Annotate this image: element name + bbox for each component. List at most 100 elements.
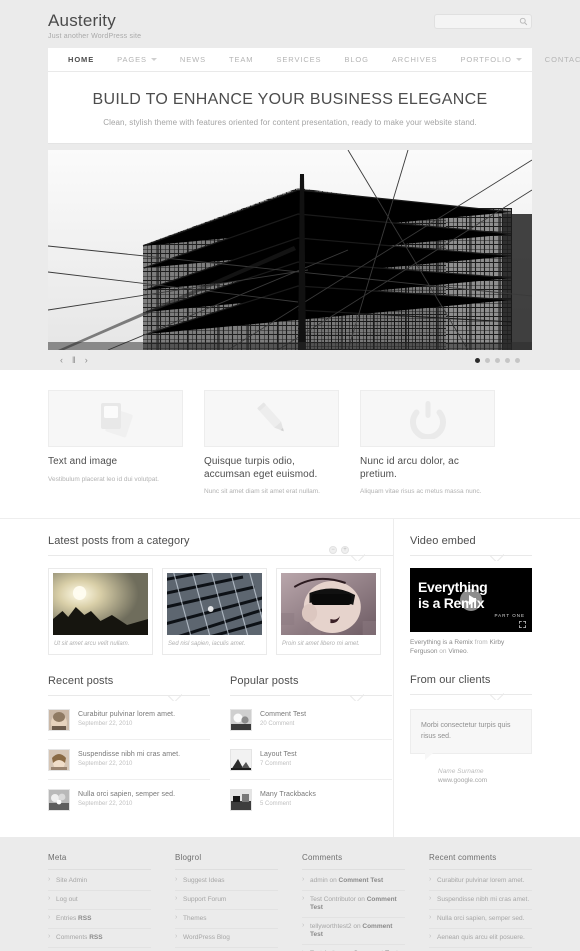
- post-title[interactable]: Nulla orci sapien, semper sed.: [78, 790, 175, 799]
- slider-dot-3[interactable]: [495, 357, 500, 363]
- footer-link[interactable]: Suggest Ideas: [175, 872, 278, 891]
- slider-prev-button[interactable]: ‹: [60, 355, 63, 365]
- footer-link-emphasis: RSS: [89, 934, 103, 941]
- search-icon[interactable]: [517, 17, 529, 26]
- nav-item-label: PAGES: [117, 55, 147, 64]
- video-caption-post: on: [437, 648, 449, 655]
- play-icon[interactable]: [460, 589, 482, 611]
- category-next-button[interactable]: +: [341, 546, 349, 554]
- feature-box[interactable]: Quisque turpis odio, accumsan eget euism…: [204, 390, 339, 496]
- slider-pause-button[interactable]: ‖: [72, 355, 76, 365]
- nav-item-news[interactable]: NEWS: [180, 55, 206, 64]
- category-card-image[interactable]: [157, 565, 274, 645]
- footer-link[interactable]: Site Admin: [48, 872, 151, 891]
- video-caption-site[interactable]: Vimeo: [448, 648, 466, 655]
- slider-dot-5[interactable]: [515, 357, 520, 363]
- rule-notch: [350, 694, 364, 701]
- testimonial-author: Name Surname www.google.com: [410, 768, 532, 784]
- footer-link[interactable]: Curabitur pulvinar lorem amet.: [429, 872, 532, 891]
- post-list-item[interactable]: Many Trackbacks 5 Comment: [230, 780, 392, 819]
- category-prev-button[interactable]: −: [329, 546, 337, 554]
- slider-dot-2[interactable]: [485, 357, 490, 363]
- recent-posts-title: Recent posts: [48, 675, 114, 687]
- nav-item-archives[interactable]: ARCHIVES: [392, 55, 438, 64]
- footer-link[interactable]: Suspendisse nibh mi cras amet.: [429, 891, 532, 910]
- slider-dot-1[interactable]: [475, 357, 480, 363]
- footer-link[interactable]: admin on Comment Test: [302, 872, 405, 891]
- category-section: Latest posts from a category − + Ut sit …: [48, 535, 393, 655]
- video-player[interactable]: Everything is a Remix PART ONE: [410, 568, 532, 632]
- nav-item-contact[interactable]: CONTACT: [545, 55, 580, 64]
- footer-link[interactable]: Test Contributor on Comment Test: [302, 891, 405, 918]
- post-thumbnail[interactable]: [230, 789, 252, 811]
- footer-column: Recent comments Curabitur pulvinar lorem …: [429, 853, 532, 951]
- nav-item-label: TEAM: [229, 55, 254, 64]
- nav-item-team[interactable]: TEAM: [229, 55, 253, 64]
- nav-item-blog[interactable]: BLOG: [344, 55, 368, 64]
- footer-link[interactable]: Entries RSS: [48, 910, 151, 929]
- slider-next-button[interactable]: ›: [85, 355, 88, 365]
- post-title[interactable]: Suspendisse nibh mi cras amet.: [78, 750, 180, 759]
- footer-column-title: Meta: [48, 853, 151, 870]
- footer-columns: Meta Site AdminLog outEntries RSSComments…: [48, 853, 532, 951]
- recent-posts-list: Curabitur pulvinar lorem amet. September …: [48, 700, 210, 819]
- post-thumbnail[interactable]: [48, 749, 70, 771]
- post-title[interactable]: Many Trackbacks: [260, 790, 316, 799]
- post-meta: September 22, 2010: [78, 801, 133, 807]
- page-root: Austerity Just another WordPress site HO…: [0, 0, 580, 951]
- footer-link[interactable]: Log out: [48, 891, 151, 910]
- category-card[interactable]: Proin sit amet libero mi amet.: [276, 568, 381, 655]
- nav-item-home[interactable]: HOME: [68, 55, 94, 64]
- slider-dot-4[interactable]: [505, 357, 510, 363]
- site-title: Austerity: [48, 11, 116, 30]
- footer-link[interactable]: Aenean quis arcu elit posuere.: [429, 929, 532, 948]
- search-box[interactable]: [434, 14, 532, 29]
- category-card-image[interactable]: [53, 573, 148, 635]
- footer-link-list: Suggest Ideas Support Forum Themes WordPres…: [175, 872, 278, 951]
- feature-box[interactable]: Nunc id arcu dolor, ac pretium. Aliquam v…: [360, 390, 495, 496]
- category-card-image[interactable]: [281, 573, 376, 635]
- post-meta: 20 Comment: [260, 721, 295, 727]
- nav-item-portfolio[interactable]: PORTFOLIO: [460, 55, 522, 64]
- search-input[interactable]: [435, 18, 517, 25]
- footer-link[interactable]: Test Author on Comment Test: [302, 945, 405, 951]
- category-card-caption: Sed nisl sapien, iaculis amet.: [168, 641, 246, 647]
- post-list-item[interactable]: Comment Test 20 Comment: [230, 700, 392, 740]
- post-thumbnail[interactable]: [230, 709, 252, 731]
- post-thumbnail[interactable]: [48, 789, 70, 811]
- brand[interactable]: Austerity Just another WordPress site: [48, 11, 142, 41]
- post-list-item[interactable]: Suspendisse nibh mi cras amet. September …: [48, 740, 210, 780]
- testimonial-site[interactable]: www.google.com: [438, 777, 532, 784]
- slider-dots: [475, 350, 520, 370]
- chevron-down-icon: [515, 58, 522, 61]
- category-card[interactable]: Sed nisl sapien, iaculis amet.: [157, 565, 274, 655]
- post-title[interactable]: Comment Test: [260, 710, 306, 719]
- footer-link-text: WordPress Blog: [183, 934, 230, 941]
- footer-link[interactable]: Comments RSS: [48, 929, 151, 948]
- footer-link[interactable]: Themes: [175, 910, 278, 929]
- feature-box[interactable]: Text and image Vestibulum placerat leo id…: [48, 390, 183, 496]
- post-list-item[interactable]: Curabitur pulvinar lorem amet. September …: [48, 700, 210, 740]
- nav-item-services[interactable]: SERVICES: [276, 55, 321, 64]
- feature-text: Vestibulum placerat leo id dui volutpat.: [48, 475, 159, 483]
- footer-link-text: Aenean quis arcu elit posuere.: [437, 934, 525, 941]
- nav-item-pages[interactable]: PAGES: [117, 55, 157, 64]
- hero-slider[interactable]: [48, 150, 532, 350]
- footer-link[interactable]: tellyworthtest2 on Comment Test: [302, 918, 405, 945]
- post-title[interactable]: Curabitur pulvinar lorem amet.: [78, 710, 175, 719]
- fullscreen-icon[interactable]: [519, 621, 526, 628]
- category-card[interactable]: Ut sit amet arcu velit nullam.: [48, 568, 153, 655]
- footer-link-emphasis: RSS: [78, 915, 92, 922]
- post-thumbnail[interactable]: [230, 749, 252, 771]
- post-list-item[interactable]: Layout Test 7 Comment: [230, 740, 392, 780]
- footer-link[interactable]: Nulla orci sapien, semper sed.: [429, 910, 532, 929]
- hero-wrap: BUILD TO ENHANCE YOUR BUSINESS ELEGANCE …: [0, 72, 580, 144]
- post-thumbnail[interactable]: [48, 709, 70, 732]
- post-title[interactable]: Layout Test: [260, 750, 297, 759]
- site-footer: Meta Site AdminLog outEntries RSSComments…: [0, 837, 580, 951]
- post-list-item[interactable]: Nulla orci sapien, semper sed. September …: [48, 780, 210, 819]
- footer-link[interactable]: WordPress Blog: [175, 929, 278, 948]
- site-tagline: Just another WordPress site: [48, 33, 142, 40]
- footer-link[interactable]: Support Forum: [175, 891, 278, 910]
- category-controls: − +: [329, 546, 349, 554]
